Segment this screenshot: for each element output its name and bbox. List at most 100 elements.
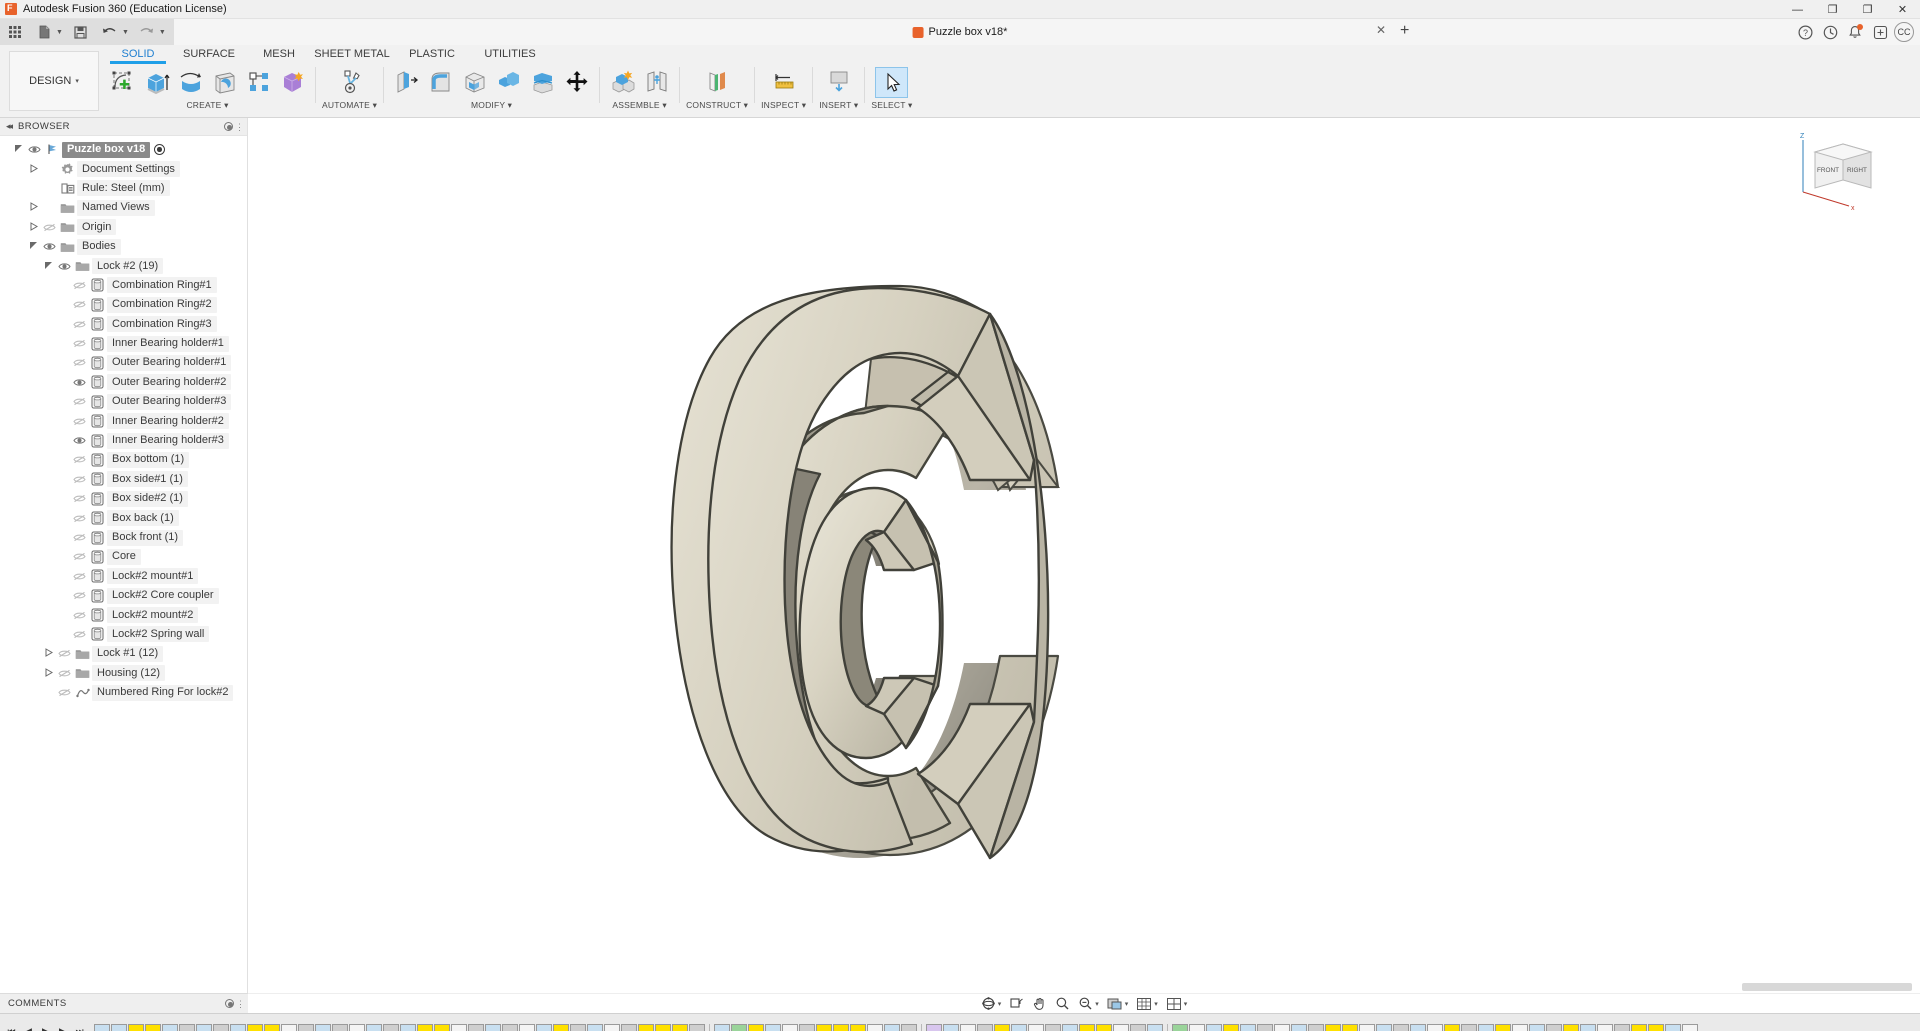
tree-expander-right-icon[interactable]: [42, 668, 55, 679]
add-tab-button[interactable]: +: [1400, 21, 1409, 41]
undo-caret-icon[interactable]: ▼: [122, 29, 129, 36]
extrude-icon[interactable]: [140, 67, 173, 98]
timeline-feature-node[interactable]: [799, 1024, 815, 1031]
save-icon[interactable]: [70, 21, 92, 43]
browser-tree-row[interactable]: Outer Bearing holder#3: [0, 392, 247, 411]
timeline-feature-node[interactable]: [1130, 1024, 1146, 1031]
offset-face-icon[interactable]: [526, 67, 559, 98]
timeline-feature-node[interactable]: [281, 1024, 297, 1031]
visibility-eye-icon-off[interactable]: [70, 551, 88, 562]
timeline-feature-node[interactable]: [1096, 1024, 1112, 1031]
timeline-feature-node[interactable]: [1393, 1024, 1409, 1031]
browser-tree-row[interactable]: Box side#2 (1): [0, 489, 247, 508]
timeline-feature-node[interactable]: [850, 1024, 866, 1031]
browser-tree-row[interactable]: Box bottom (1): [0, 450, 247, 469]
tree-expander-down-icon[interactable]: [42, 261, 55, 272]
timeline-go-start-button[interactable]: ⏮: [4, 1024, 19, 1031]
visibility-eye-icon-off[interactable]: [70, 629, 88, 640]
redo-icon[interactable]: [136, 21, 158, 43]
timeline-feature-node[interactable]: [1062, 1024, 1078, 1031]
tree-expander-right-icon[interactable]: [27, 222, 40, 233]
timeline-feature-node[interactable]: [196, 1024, 212, 1031]
timeline-feature-node[interactable]: [1113, 1024, 1129, 1031]
timeline-feature-node[interactable]: [417, 1024, 433, 1031]
select-cursor-icon[interactable]: [875, 67, 908, 98]
timeline-feature-node[interactable]: [1325, 1024, 1341, 1031]
document-tab[interactable]: Puzzle box v18*: [913, 26, 1008, 38]
panel-select-label[interactable]: SELECT ▾: [871, 100, 912, 111]
timeline-feature-node[interactable]: [485, 1024, 501, 1031]
visibility-eye-icon-off[interactable]: [70, 416, 88, 427]
timeline-feature-node[interactable]: [1147, 1024, 1163, 1031]
browser-tree-row[interactable]: Origin: [0, 218, 247, 237]
timeline-feature-node[interactable]: [298, 1024, 314, 1031]
timeline-feature-node[interactable]: [1028, 1024, 1044, 1031]
browser-resize-grip[interactable]: ⋮: [235, 122, 244, 133]
timeline-feature-node[interactable]: [1478, 1024, 1494, 1031]
timeline-feature-node[interactable]: [1563, 1024, 1579, 1031]
view-cube[interactable]: FRONT RIGHT Z x: [1797, 130, 1887, 215]
combine-icon[interactable]: [492, 67, 525, 98]
viewports-icon[interactable]: ▾: [1163, 995, 1191, 1013]
tab-plastic[interactable]: PLASTIC: [391, 48, 473, 63]
visibility-eye-icon-off[interactable]: [55, 668, 73, 679]
browser-tree-row[interactable]: Combination Ring#1: [0, 276, 247, 295]
browser-tree-row[interactable]: Named Views: [0, 198, 247, 217]
timeline-play-button[interactable]: ▶: [38, 1024, 53, 1031]
tree-expander-down-icon[interactable]: [27, 241, 40, 252]
form-icon[interactable]: [276, 67, 309, 98]
timeline-feature-node[interactable]: [1011, 1024, 1027, 1031]
canvas-3d-viewport[interactable]: FRONT RIGHT Z x: [248, 118, 1920, 993]
timeline-feature-node[interactable]: [672, 1024, 688, 1031]
tab-sheet-metal[interactable]: SHEET METAL: [313, 48, 391, 63]
timeline-step-forward-button[interactable]: ▶: [55, 1024, 70, 1031]
offset-plane-icon[interactable]: [701, 67, 734, 98]
panel-insert-label[interactable]: INSERT ▾: [819, 100, 858, 111]
fillet-icon[interactable]: [424, 67, 457, 98]
timeline-feature-node[interactable]: [1291, 1024, 1307, 1031]
workspace-switcher[interactable]: DESIGN ▾: [9, 51, 99, 111]
timeline-feature-node[interactable]: [111, 1024, 127, 1031]
browser-tree-row[interactable]: Core: [0, 547, 247, 566]
visibility-eye-icon-off[interactable]: [70, 299, 88, 310]
visibility-eye-icon-off[interactable]: [70, 357, 88, 368]
extension-icon[interactable]: [1869, 21, 1891, 43]
sweep-icon[interactable]: [208, 67, 241, 98]
timeline-feature-node[interactable]: [1359, 1024, 1375, 1031]
timeline-feature-node[interactable]: [1240, 1024, 1256, 1031]
measure-icon[interactable]: [767, 67, 800, 98]
timeline-feature-node[interactable]: [247, 1024, 263, 1031]
timeline-feature-node[interactable]: [960, 1024, 976, 1031]
avatar[interactable]: CC: [1894, 22, 1914, 42]
browser-tree-row[interactable]: Box back (1): [0, 508, 247, 527]
timeline-feature-node[interactable]: [264, 1024, 280, 1031]
timeline-feature-node[interactable]: [434, 1024, 450, 1031]
joint-icon[interactable]: [640, 67, 673, 98]
visibility-eye-icon-off[interactable]: [70, 610, 88, 621]
timeline-feature-node[interactable]: [1461, 1024, 1477, 1031]
zoom-window-icon[interactable]: ▾: [1075, 995, 1102, 1013]
redo-caret-icon[interactable]: ▼: [159, 29, 166, 36]
visibility-eye-icon-off[interactable]: [70, 513, 88, 524]
orbit-icon[interactable]: ▾: [978, 995, 1005, 1013]
timeline-feature-node[interactable]: [383, 1024, 399, 1031]
visibility-eye-icon-on[interactable]: [70, 435, 88, 446]
minimize-button[interactable]: —: [1780, 0, 1815, 19]
timeline-feature-node[interactable]: [1546, 1024, 1562, 1031]
timeline-feature-node[interactable]: [1427, 1024, 1443, 1031]
timeline-feature-node[interactable]: [1512, 1024, 1528, 1031]
timeline-feature-node[interactable]: [179, 1024, 195, 1031]
activate-component-radio[interactable]: [154, 144, 165, 155]
timeline-feature-node[interactable]: [400, 1024, 416, 1031]
visibility-eye-icon-off[interactable]: [70, 493, 88, 504]
shell-icon[interactable]: [458, 67, 491, 98]
timeline-feature-node[interactable]: [332, 1024, 348, 1031]
timeline-feature-node[interactable]: [655, 1024, 671, 1031]
timeline-feature-node[interactable]: [1189, 1024, 1205, 1031]
new-document-icon[interactable]: [33, 21, 55, 43]
pan-icon[interactable]: [1029, 995, 1050, 1013]
browser-tree-row[interactable]: Lock #2 (19): [0, 256, 247, 275]
timeline-feature-node[interactable]: [1079, 1024, 1095, 1031]
timeline-feature-node[interactable]: [943, 1024, 959, 1031]
comments-resize-grip[interactable]: ⋮: [236, 999, 245, 1010]
